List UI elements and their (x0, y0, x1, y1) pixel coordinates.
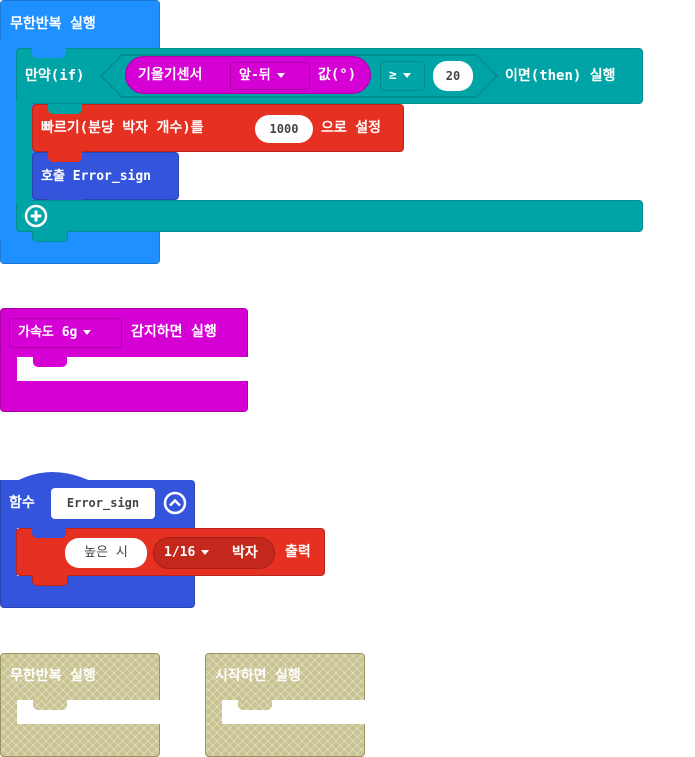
if-block-footer (16, 200, 643, 232)
if-block-tab (32, 231, 68, 242)
then-label: 이면(then) 실행 (505, 68, 616, 84)
collapse-icon[interactable] (163, 491, 187, 515)
compare-value-input[interactable]: 20 (433, 61, 473, 91)
beat-reporter[interactable]: 1/16 박자 (153, 537, 275, 569)
tilt-sensor-label: 기울기센서 (138, 67, 203, 83)
add-branch-icon[interactable] (24, 204, 48, 228)
operator-value: ≥ (389, 68, 397, 83)
gesture-block[interactable]: 가속도 6g 감지하면 실행 (0, 308, 249, 412)
tempo-block[interactable]: 빠르기(분당 박자 개수)를 1000 으로 설정 (32, 104, 404, 152)
chevron-down-icon (276, 73, 285, 78)
gesture-value: 가속도 6g (18, 325, 78, 340)
function-name-input[interactable]: Error_sign (51, 488, 155, 519)
disabled-forever-block[interactable]: 무한반복 실행 (0, 653, 160, 757)
tilt-sensor-block[interactable]: 기울기센서 앞-뒤 값(°) (125, 56, 371, 94)
tempo-prefix: 빠르기(분당 박자 개수)를 (41, 120, 204, 136)
chevron-down-icon (83, 330, 92, 335)
call-block-notch (48, 151, 82, 162)
operator-dropdown[interactable]: ≥ (380, 61, 425, 91)
if-label: 만약(if) (25, 68, 85, 84)
tone-block-notch (32, 528, 66, 538)
beat-dropdown[interactable]: 1/16 (156, 540, 226, 566)
if-block-arm (16, 100, 32, 204)
tilt-value-label: 값(°) (318, 67, 357, 83)
tempo-suffix: 으로 설정 (321, 120, 381, 136)
tempo-block-notch (48, 104, 82, 114)
note-input[interactable]: 높은 시 (65, 538, 147, 568)
disabled-start-block[interactable]: 시작하면 실행 (205, 653, 365, 757)
tone-block-tab (32, 575, 68, 586)
gesture-dropdown[interactable]: 가속도 6g (9, 318, 122, 348)
disabled-start-notch (238, 700, 272, 710)
beat-suffix: 박자 (232, 545, 258, 561)
gesture-label: 감지하면 실행 (131, 324, 217, 340)
chevron-down-icon (402, 73, 411, 78)
function-label: 함수 (9, 495, 35, 511)
tilt-axis-dropdown[interactable]: 앞-뒤 (230, 62, 310, 90)
disabled-forever-label: 무한반복 실행 (10, 668, 96, 684)
tone-label: 출력 (285, 544, 311, 560)
chevron-down-icon (201, 550, 210, 555)
gesture-slot-notch (33, 357, 67, 367)
call-label: 호출 Error_sign (41, 169, 152, 184)
forever-arm (0, 40, 16, 240)
disabled-start-label: 시작하면 실행 (215, 668, 301, 684)
tempo-value-input[interactable]: 1000 (255, 115, 313, 143)
tilt-axis-value: 앞-뒤 (239, 68, 271, 83)
if-block-notch (32, 48, 66, 58)
beat-value: 1/16 (164, 545, 196, 560)
forever-block-label: 무한반복 실행 (10, 16, 96, 32)
disabled-forever-notch (33, 700, 67, 710)
